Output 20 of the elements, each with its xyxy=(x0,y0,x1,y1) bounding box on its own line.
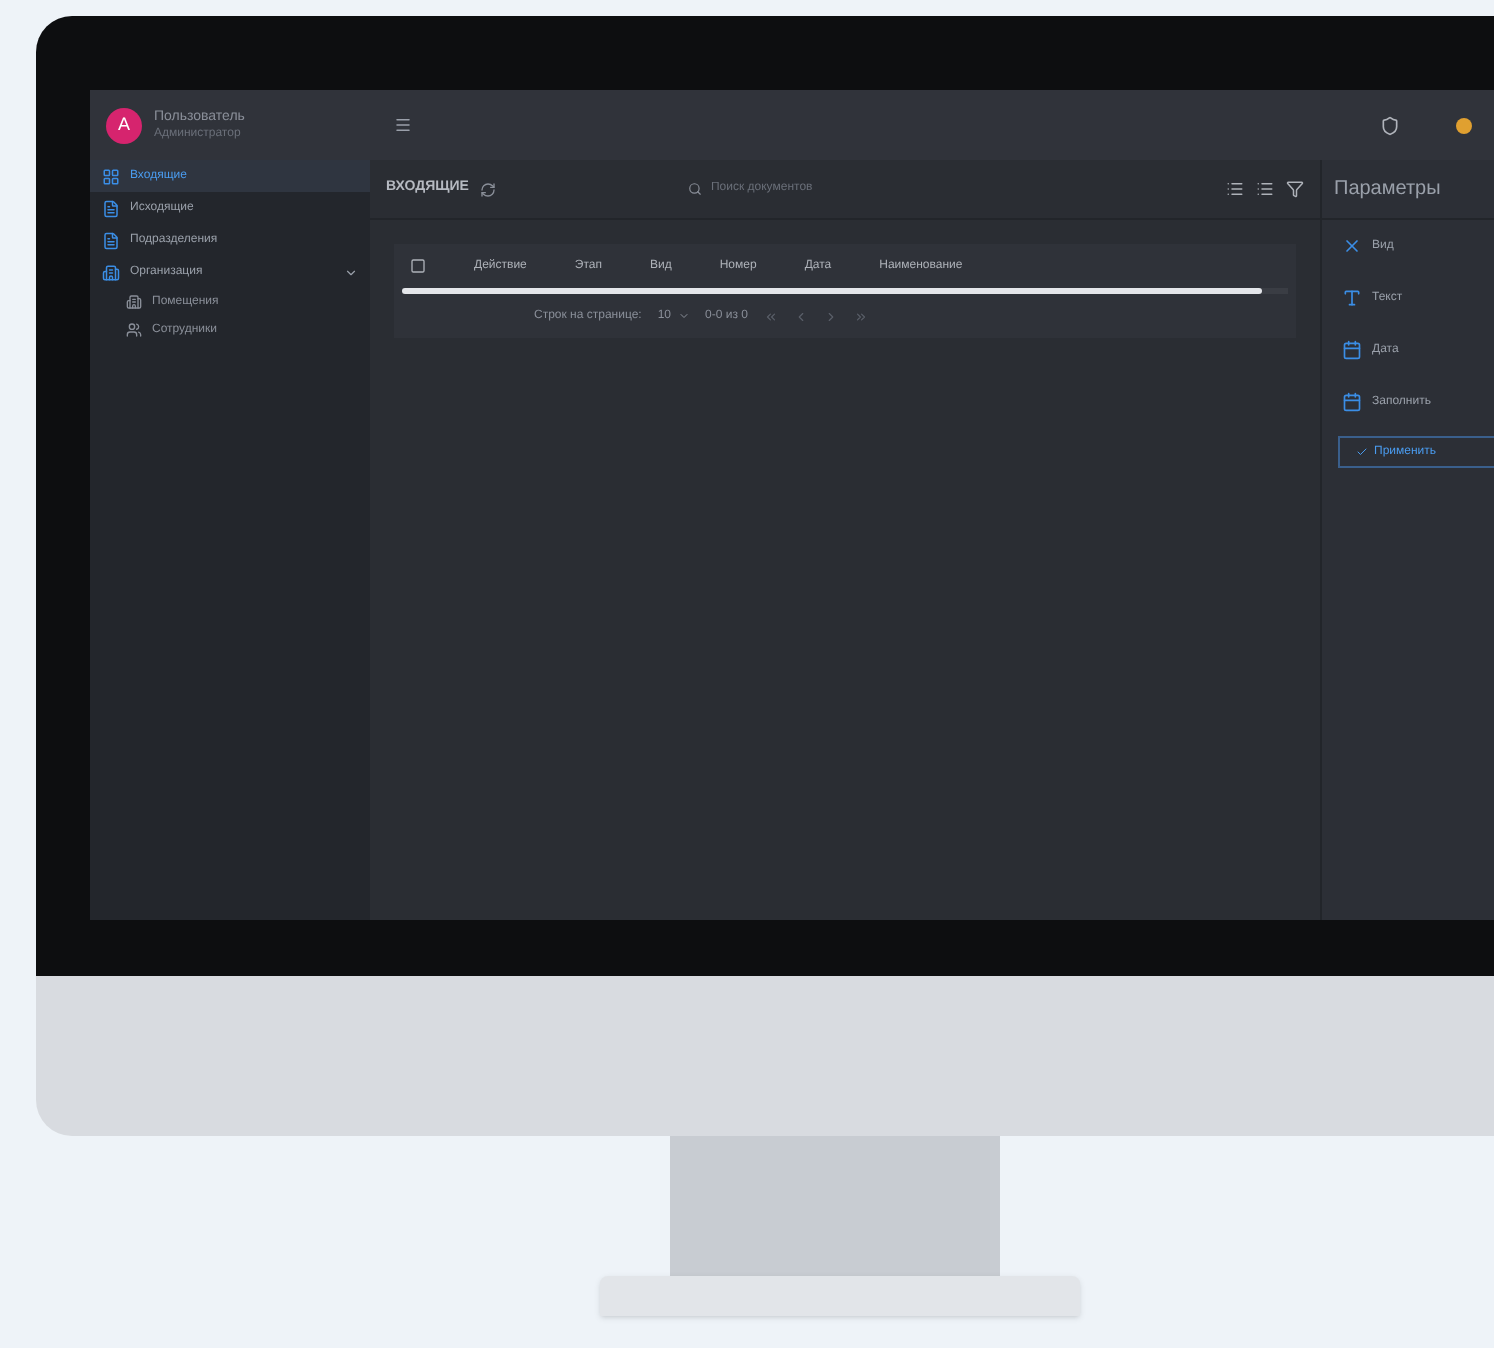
field-icon xyxy=(1342,392,1362,412)
checkbox[interactable] xyxy=(410,258,426,274)
item-icon xyxy=(102,199,120,217)
item-icon xyxy=(102,167,120,185)
check-icon xyxy=(1356,446,1368,458)
shield-icon[interactable] xyxy=(1380,115,1400,135)
dropdown-icon xyxy=(677,310,690,322)
refresh-icon[interactable] xyxy=(480,181,497,197)
field-icon xyxy=(1342,288,1362,308)
field-icon xyxy=(1342,236,1362,256)
panel-title: Параметры xyxy=(1334,176,1441,204)
item-icon xyxy=(126,322,142,338)
avatar: А xyxy=(106,107,142,143)
item-icon xyxy=(102,231,120,249)
filter-icon[interactable] xyxy=(1286,180,1304,198)
menu-icon[interactable] xyxy=(394,116,412,134)
search-icon xyxy=(688,182,703,196)
field-icon xyxy=(1342,340,1362,360)
item-icon xyxy=(102,263,120,281)
item-icon xyxy=(126,294,142,310)
